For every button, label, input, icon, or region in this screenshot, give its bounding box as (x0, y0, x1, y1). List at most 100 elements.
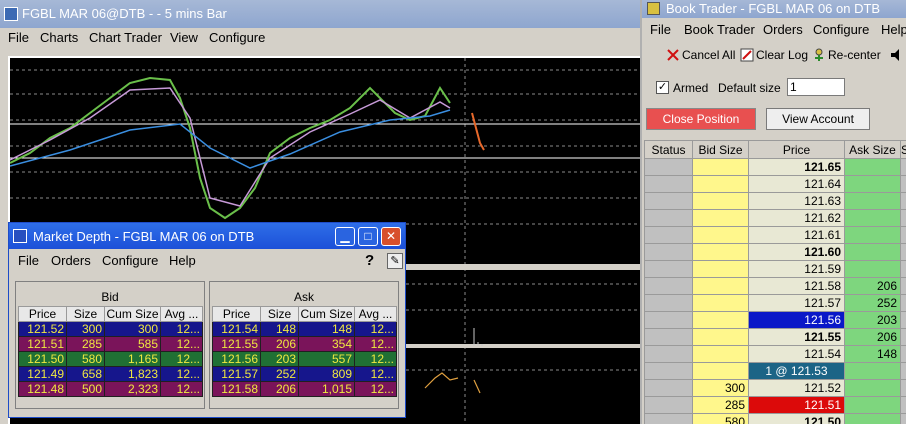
md-menu-orders[interactable]: Orders (51, 253, 91, 268)
ladder-bid-size-cell[interactable] (692, 192, 749, 210)
ladder-s-cell[interactable] (900, 277, 906, 295)
ladder-bid-size-cell[interactable] (692, 294, 749, 312)
ladder-ask-size-cell[interactable] (844, 209, 901, 227)
ladder-status-cell[interactable] (644, 413, 693, 424)
ladder-ask-size-cell[interactable] (844, 243, 901, 261)
armed-checkbox[interactable]: ✓ (656, 81, 669, 94)
bid-header-avg[interactable]: Avg ... (160, 306, 203, 322)
ladder-row[interactable]: 121.64 (644, 175, 906, 193)
ask-header-cum-size[interactable]: Cum Size (298, 306, 355, 322)
ask-header-price[interactable]: Price (212, 306, 261, 322)
ladder-s-cell[interactable] (900, 396, 906, 414)
pin-icon[interactable]: ✎ (387, 253, 403, 269)
ladder-ask-size-cell[interactable]: 206 (844, 277, 901, 295)
book-menu-orders[interactable]: Orders (763, 22, 803, 37)
ladder-bid-size-cell[interactable] (692, 243, 749, 261)
chart-menu-file[interactable]: File (8, 30, 29, 45)
md-menu-configure[interactable]: Configure (102, 253, 158, 268)
ladder-row[interactable]: 1 @ 121.53 (644, 362, 906, 380)
ladder-price-cell[interactable]: 121.65 (748, 158, 845, 176)
ladder-bid-size-cell[interactable] (692, 158, 749, 176)
ladder-ask-size-cell[interactable]: 148 (844, 345, 901, 363)
ladder-ask-size-cell[interactable] (844, 413, 901, 424)
ladder-status-cell[interactable] (644, 192, 693, 210)
ladder-price-cell[interactable]: 121.58 (748, 277, 845, 295)
ladder-s-cell[interactable] (900, 413, 906, 424)
ladder-status-cell[interactable] (644, 396, 693, 414)
bid-header-cum-size[interactable]: Cum Size (104, 306, 161, 322)
bid-header-size[interactable]: Size (66, 306, 105, 322)
ladder-header-bid-size[interactable]: Bid Size (692, 140, 749, 159)
ask-header-avg[interactable]: Avg ... (354, 306, 397, 322)
ladder-row[interactable]: 121.59 (644, 260, 906, 278)
ladder-ask-size-cell[interactable] (844, 226, 901, 244)
ladder-row[interactable]: 121.57 252 (644, 294, 906, 312)
ladder-ask-size-cell[interactable]: 206 (844, 328, 901, 346)
bid-depth-row[interactable]: 121.49 658 1,823 12... (18, 366, 203, 382)
ladder-s-cell[interactable] (900, 158, 906, 176)
ladder-price-cell[interactable]: 121.50 (748, 413, 845, 424)
ladder-ask-size-cell[interactable] (844, 175, 901, 193)
ladder-s-cell[interactable] (900, 175, 906, 193)
ladder-price-cell[interactable]: 121.64 (748, 175, 845, 193)
speaker-icon[interactable] (890, 48, 906, 65)
chart-menu-view[interactable]: View (170, 30, 198, 45)
ladder-row[interactable]: 121.65 (644, 158, 906, 176)
ladder-s-cell[interactable] (900, 345, 906, 363)
ladder-price-cell[interactable]: 121.51 (748, 396, 845, 414)
book-menu-help[interactable]: Help (881, 22, 906, 37)
ladder-price-cell[interactable]: 121.61 (748, 226, 845, 244)
ladder-header-ask-size[interactable]: Ask Size (844, 140, 901, 159)
ladder-ask-size-cell[interactable] (844, 260, 901, 278)
ladder-bid-size-cell[interactable] (692, 277, 749, 295)
ladder-s-cell[interactable] (900, 294, 906, 312)
ladder-row[interactable]: 121.58 206 (644, 277, 906, 295)
cancel-all-button[interactable]: Cancel All (666, 48, 735, 62)
chart-menu-chart-trader[interactable]: Chart Trader (89, 30, 162, 45)
ladder-price-cell[interactable]: 121.52 (748, 379, 845, 397)
bid-header-price[interactable]: Price (18, 306, 67, 322)
ladder-status-cell[interactable] (644, 226, 693, 244)
ask-depth-row[interactable]: 121.57 252 809 12... (212, 366, 397, 382)
ladder-bid-size-cell[interactable] (692, 362, 749, 380)
ladder-header-price[interactable]: Price (748, 140, 845, 159)
chart-menu-charts[interactable]: Charts (40, 30, 78, 45)
ladder-price-cell[interactable]: 121.56 (748, 311, 845, 329)
md-menu-file[interactable]: File (18, 253, 39, 268)
ladder-row[interactable]: 580 121.50 (644, 413, 906, 424)
market-depth-title-bar[interactable]: Market Depth - FGBL MAR 06 on DTB ▁ □ ✕ (9, 223, 405, 249)
ladder-header-s[interactable]: S (900, 140, 906, 159)
book-menu-file[interactable]: File (650, 22, 671, 37)
ladder-ask-size-cell[interactable] (844, 158, 901, 176)
ladder-ask-size-cell[interactable] (844, 379, 901, 397)
ladder-row[interactable]: 285 121.51 (644, 396, 906, 414)
ladder-row[interactable]: 121.54 148 (644, 345, 906, 363)
ladder-price-cell[interactable]: 121.57 (748, 294, 845, 312)
close-position-button[interactable]: Close Position (646, 108, 756, 130)
ladder-price-cell[interactable]: 121.63 (748, 192, 845, 210)
ladder-row[interactable]: 121.60 (644, 243, 906, 261)
ladder-bid-size-cell[interactable] (692, 345, 749, 363)
ladder-row[interactable]: 121.62 (644, 209, 906, 227)
ladder-s-cell[interactable] (900, 328, 906, 346)
ladder-status-cell[interactable] (644, 175, 693, 193)
bid-depth-row[interactable]: 121.48 500 2,323 12... (18, 381, 203, 397)
ladder-s-cell[interactable] (900, 379, 906, 397)
ladder-bid-size-cell[interactable] (692, 328, 749, 346)
book-menu-configure[interactable]: Configure (813, 22, 869, 37)
md-menu-help[interactable]: Help (169, 253, 196, 268)
clear-log-button[interactable]: Clear Log (740, 48, 808, 62)
ladder-price-cell[interactable]: 121.59 (748, 260, 845, 278)
re-center-button[interactable]: Re-center (812, 48, 881, 62)
maximize-button[interactable]: □ (358, 227, 378, 246)
ladder-s-cell[interactable] (900, 243, 906, 261)
ladder-ask-size-cell[interactable] (844, 362, 901, 380)
help-icon[interactable]: ? (365, 252, 374, 269)
ladder-ask-size-cell[interactable]: 252 (844, 294, 901, 312)
ladder-row[interactable]: 121.61 (644, 226, 906, 244)
ladder-bid-size-cell[interactable]: 285 (692, 396, 749, 414)
ladder-ask-size-cell[interactable] (844, 192, 901, 210)
ladder-s-cell[interactable] (900, 209, 906, 227)
ladder-s-cell[interactable] (900, 260, 906, 278)
ladder-price-cell[interactable]: 121.60 (748, 243, 845, 261)
